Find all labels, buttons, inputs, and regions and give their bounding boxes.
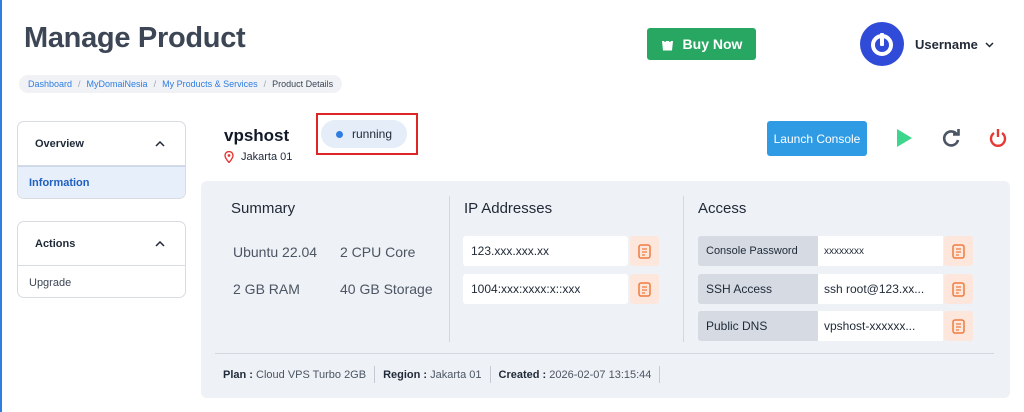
copy-ipv6-button[interactable]	[630, 274, 659, 304]
column-divider	[683, 196, 684, 342]
copy-password-button[interactable]	[944, 236, 973, 266]
copy-ipv4-button[interactable]	[630, 236, 659, 266]
shopping-bag-icon	[661, 37, 673, 51]
sidebar-overview-card: Overview Information	[17, 121, 186, 199]
summary-title: Summary	[231, 200, 296, 217]
plan-value: Cloud VPS Turbo 2GB	[256, 368, 367, 381]
created-value: 2026-02-07 13:15:44	[549, 368, 652, 381]
footer-separator	[659, 366, 661, 383]
page-title: Manage Product	[24, 22, 246, 54]
sidebar-actions-card: Actions Upgrade	[17, 221, 186, 298]
ipv6-field[interactable]: 1004:xxx:xxxx:x::xxx	[463, 274, 628, 304]
public-dns-label: Public DNS	[698, 311, 818, 341]
avatar[interactable]	[860, 22, 904, 66]
server-name: vpshost	[224, 126, 290, 145]
breadcrumb-current: Product Details	[272, 79, 334, 89]
chevron-up-icon	[155, 140, 165, 147]
launch-console-button[interactable]: Launch Console	[767, 121, 867, 156]
copy-icon	[952, 243, 965, 259]
copy-icon	[638, 243, 651, 259]
breadcrumb-dashboard[interactable]: Dashboard	[28, 79, 72, 89]
window-edge	[0, 0, 2, 412]
created-label: Created :	[498, 368, 547, 381]
breadcrumb-separator: /	[263, 79, 267, 89]
footer-separator	[374, 366, 376, 383]
plan-label: Plan :	[223, 368, 253, 381]
public-dns-field[interactable]: vpshost-xxxxxx...	[818, 311, 943, 341]
access-title: Access	[698, 200, 747, 217]
location-label: Jakarta 01	[241, 151, 293, 163]
ssh-access-field[interactable]: ssh root@123.xx...	[818, 274, 943, 304]
username-label: Username	[915, 37, 978, 52]
overview-toggle[interactable]: Overview	[18, 122, 185, 166]
user-menu[interactable]: Username	[915, 37, 994, 52]
console-password-field[interactable]: xxxxxxxx	[818, 236, 943, 266]
copy-icon	[952, 318, 965, 334]
footer-separator	[489, 366, 491, 383]
copy-ssh-button[interactable]	[944, 274, 973, 304]
breadcrumb-products-services[interactable]: My Products & Services	[162, 79, 258, 89]
buy-now-label: Buy Now	[682, 36, 743, 52]
restart-icon[interactable]	[940, 127, 962, 149]
power-icon[interactable]	[987, 127, 1009, 149]
actions-title: Actions	[35, 237, 76, 250]
console-password-label: Console Password	[698, 236, 818, 266]
actions-toggle[interactable]: Actions	[18, 222, 185, 266]
ipv4-field[interactable]: 123.xxx.xxx.xx	[463, 236, 628, 266]
location-pin-icon	[224, 151, 234, 163]
spec-cpu: 2 CPU Core	[340, 244, 416, 260]
chevron-up-icon	[155, 240, 165, 247]
copy-dns-button[interactable]	[944, 311, 973, 341]
spec-os: Ubuntu 22.04	[233, 244, 318, 260]
sidebar-item-information[interactable]: Information	[18, 166, 185, 198]
user-logo-icon	[871, 33, 893, 56]
region-value: Jakarta 01	[430, 368, 482, 381]
copy-icon	[952, 281, 965, 297]
server-location: Jakarta 01	[224, 151, 292, 163]
breadcrumb-mydomainesia[interactable]: MyDomaiNesia	[87, 79, 148, 89]
footer-divider	[215, 353, 994, 354]
copy-icon	[638, 281, 651, 297]
ssh-access-label: SSH Access	[698, 274, 818, 304]
breadcrumb-separator: /	[78, 79, 81, 89]
breadcrumb-separator: /	[153, 79, 157, 89]
spec-storage: 40 GB Storage	[340, 281, 433, 297]
ip-addresses-title: IP Addresses	[464, 200, 553, 217]
chevron-down-icon	[985, 41, 994, 48]
sidebar-item-upgrade[interactable]: Upgrade	[18, 266, 185, 297]
highlight-annotation	[316, 113, 418, 155]
plan-footer: Plan : Cloud VPS Turbo 2GB Region : Jaka…	[223, 366, 668, 383]
column-divider	[449, 196, 450, 342]
region-label: Region :	[383, 368, 428, 381]
overview-title: Overview	[35, 137, 84, 150]
buy-now-button[interactable]: Buy Now	[647, 28, 756, 60]
breadcrumb: Dashboard / MyDomaiNesia / My Products &…	[19, 75, 343, 93]
play-icon[interactable]	[893, 127, 915, 149]
spec-ram: 2 GB RAM	[233, 281, 300, 297]
